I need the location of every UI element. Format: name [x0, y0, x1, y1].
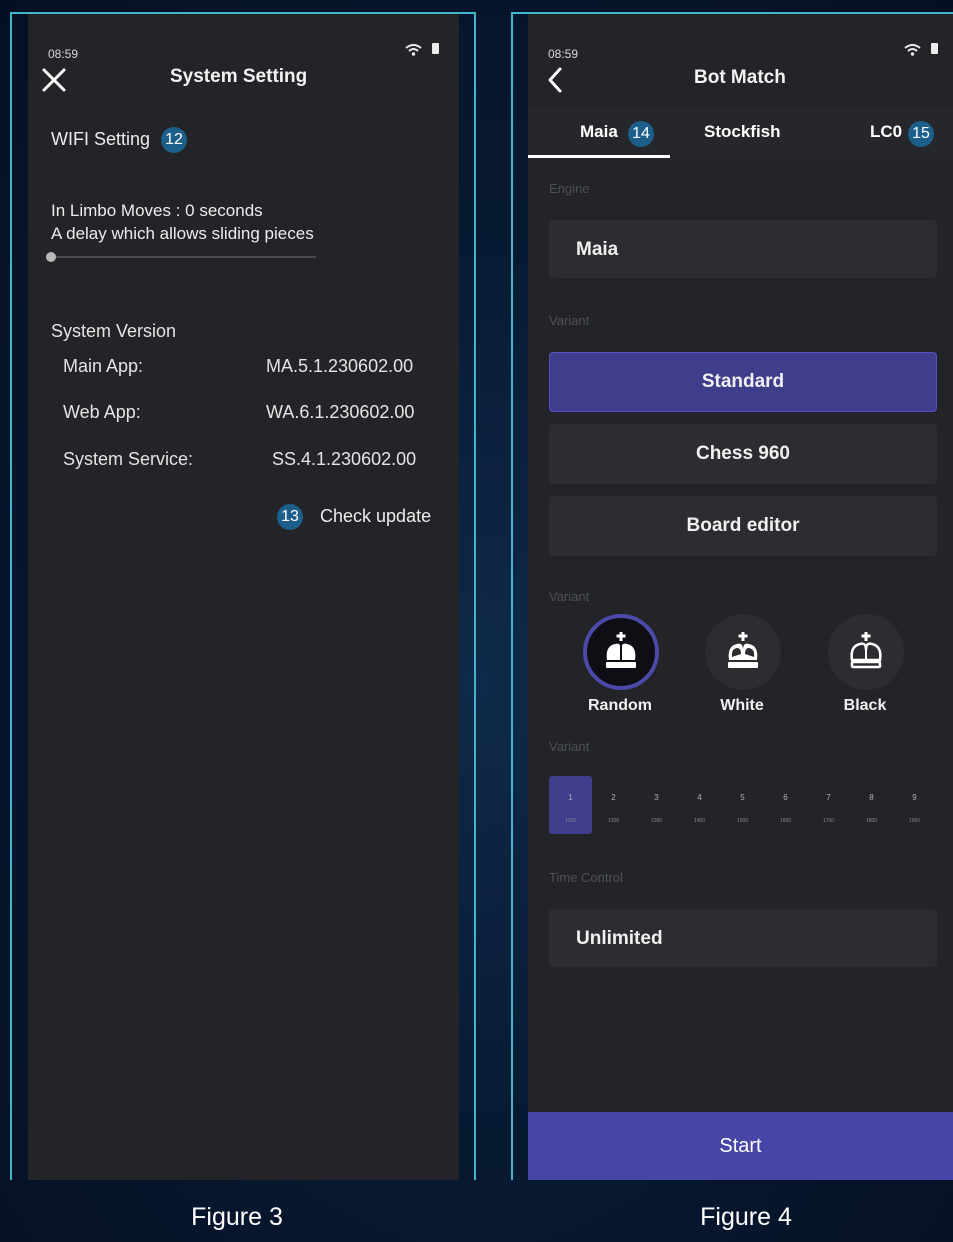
version-label-web-app: Web App:: [63, 402, 141, 422]
level-elo: 1800: [865, 818, 878, 824]
level-elo: 1500: [736, 818, 749, 824]
level-option[interactable]: 4 1400: [678, 776, 721, 834]
level-elo: 1900: [908, 818, 921, 824]
color-random-label: Random: [588, 697, 652, 714]
level-option[interactable]: 7 1700: [807, 776, 850, 834]
level-option[interactable]: 8 1800: [850, 776, 893, 834]
figure3-frame-left: [10, 12, 12, 1180]
color-white-label: White: [720, 697, 764, 714]
time-control-select[interactable]: Unlimited: [549, 909, 937, 967]
level-number: 7: [826, 793, 831, 802]
figure4-caption: Figure 4: [700, 1203, 792, 1231]
tab-lc0-label: LC0: [870, 122, 903, 141]
status-icons: [405, 43, 439, 59]
system-setting-screen: 08:59 System Setting WIFI Setting 12 In …: [28, 14, 459, 1180]
color-section-label: Variant: [549, 589, 590, 604]
battery-icon: [431, 43, 439, 54]
variant-chess960-button[interactable]: Chess 960: [549, 424, 937, 484]
callout-badge-13: 13: [277, 504, 303, 530]
wifi-setting-label: WIFI Setting: [51, 128, 151, 149]
level-selector: 1 1100 2 1200 3 1300 4 1400 5 1500 6 160…: [528, 14, 953, 834]
level-number: 2: [611, 793, 616, 802]
tab-lc0[interactable]: LC0 15: [812, 106, 953, 160]
variant-section-label: Variant: [549, 313, 590, 328]
level-option[interactable]: 2 1200: [592, 776, 635, 834]
level-option[interactable]: 1 1100: [549, 776, 592, 834]
version-label-system-service: System Service:: [63, 449, 194, 469]
callout-badge-15: 15: [908, 121, 934, 147]
level-number: 6: [783, 793, 788, 802]
color-black-label: Black: [843, 697, 887, 714]
version-value-main-app: MA.5.1.230602.00: [266, 356, 414, 376]
level-option[interactable]: 9 1900: [893, 776, 936, 834]
tab-maia[interactable]: Maia 14: [528, 106, 670, 160]
tab-maia-label: Maia: [580, 122, 618, 141]
level-number: 1: [568, 793, 573, 802]
variant-standard-button[interactable]: Standard: [549, 352, 937, 412]
black-king-icon: [850, 632, 882, 669]
level-number: 9: [912, 793, 917, 802]
level-option[interactable]: 5 1500: [721, 776, 764, 834]
level-option[interactable]: 6 1600: [764, 776, 807, 834]
engine-select-value: Maia: [576, 239, 619, 260]
limbo-line2: A delay which allows sliding pieces: [51, 224, 314, 243]
level-elo: 1400: [693, 818, 706, 824]
variant-board-editor-button[interactable]: Board editor: [549, 496, 937, 556]
level-number: 5: [740, 793, 745, 802]
wifi-setting-item[interactable]: WIFI Setting 12: [51, 127, 188, 153]
level-option[interactable]: 3 1300: [635, 776, 678, 834]
status-time: 08:59: [48, 47, 79, 61]
check-update-button[interactable]: 13 Check update: [277, 504, 431, 530]
version-value-web-app: WA.6.1.230602.00: [266, 402, 415, 422]
level-elo: 1300: [650, 818, 663, 824]
tab-stockfish-label: Stockfish: [704, 122, 781, 141]
callout-badge-12: 12: [161, 127, 188, 153]
status-bar: 08:59: [28, 14, 459, 61]
bot-match-screen: 08:59 Bot Match Maia 14 Stockfish LC0 15…: [528, 14, 953, 1180]
start-button[interactable]: Start: [528, 1112, 953, 1180]
tab-stockfish[interactable]: Stockfish: [670, 106, 812, 160]
white-king-icon: [728, 632, 758, 668]
time-control-value: Unlimited: [576, 928, 663, 949]
random-king-icon: [606, 632, 636, 668]
engine-select[interactable]: Maia: [549, 220, 937, 278]
level-section-label: Variant: [549, 739, 590, 754]
level-elo: 1200: [607, 818, 620, 824]
color-random-option[interactable]: [583, 614, 659, 690]
version-label-main-app: Main App:: [63, 356, 144, 376]
limbo-slider-track: [50, 256, 316, 258]
version-value-system-service: SS.4.1.230602.00: [272, 449, 417, 469]
check-update-label: Check update: [320, 505, 432, 526]
page-title: System Setting: [170, 66, 308, 87]
tab-active-indicator: [528, 155, 670, 158]
figure4-frame-left: [511, 12, 513, 1180]
callout-badge-14: 14: [628, 121, 654, 147]
figure3-caption: Figure 3: [191, 1203, 283, 1231]
start-button-label: Start: [719, 1134, 762, 1157]
figure3-frame-right: [474, 12, 476, 1180]
level-elo: 1600: [779, 818, 792, 824]
limbo-slider-thumb[interactable]: [46, 252, 56, 262]
system-version-heading: System Version: [51, 321, 177, 341]
limbo-slider[interactable]: [46, 251, 316, 263]
time-control-section-label: Time Control: [549, 870, 623, 885]
limbo-line1: In Limbo Moves : 0 seconds: [51, 201, 263, 220]
close-icon[interactable]: [42, 68, 66, 92]
color-white-option[interactable]: [705, 614, 781, 690]
level-elo: 1100: [565, 818, 576, 824]
engine-tab-bar: Maia 14 Stockfish LC0 15: [528, 106, 953, 160]
level-number: 8: [869, 793, 874, 802]
wifi-icon: [405, 44, 422, 56]
color-black-option[interactable]: [828, 614, 904, 690]
level-number: 3: [654, 793, 659, 802]
engine-section-label: Engine: [549, 181, 590, 196]
level-elo: 1700: [822, 818, 835, 824]
level-number: 4: [697, 793, 702, 802]
